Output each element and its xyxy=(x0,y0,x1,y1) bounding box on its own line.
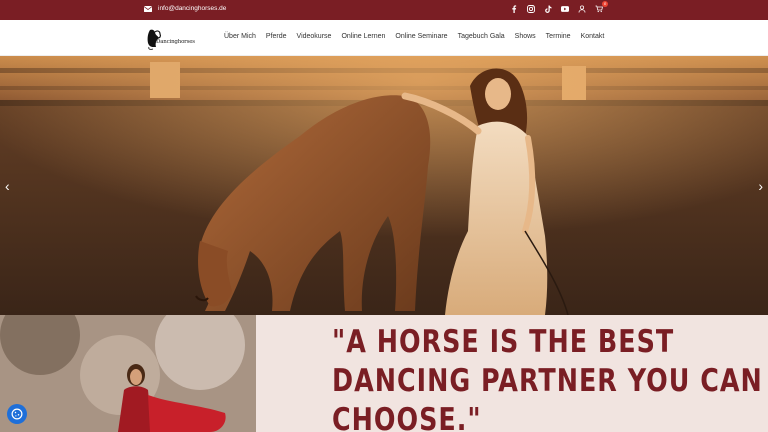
youtube-icon[interactable] xyxy=(561,4,569,14)
cookie-icon xyxy=(11,408,23,420)
main-nav: Über Mich Pferde Videokurse Online Lerne… xyxy=(224,33,604,40)
quote-line-1: "A HORSE IS THE BEST xyxy=(332,324,675,360)
nav-item-online-lernen[interactable]: Online Lernen xyxy=(341,33,385,40)
slider-next-arrow[interactable]: › xyxy=(758,178,763,194)
nav-item-online-seminare[interactable]: Online Seminare xyxy=(395,33,447,40)
dancer-photo-graphic xyxy=(0,315,256,432)
quote-section: "A HORSE IS THE BEST DANCING PARTNER YOU… xyxy=(256,315,768,432)
nav-item-videokurse[interactable]: Videokurse xyxy=(297,33,332,40)
nav-item-shows[interactable]: Shows xyxy=(515,33,536,40)
email-link[interactable]: info@dancinghorses.de xyxy=(144,5,226,12)
horse-logo-icon xyxy=(147,29,161,50)
cart-count-badge: 0 xyxy=(602,1,608,7)
nav-item-ueber-mich[interactable]: Über Mich xyxy=(224,33,256,40)
nav-item-termine[interactable]: Termine xyxy=(546,33,571,40)
envelope-icon xyxy=(144,5,152,12)
hero-slider: ‹ › xyxy=(0,56,768,315)
site-header: Dancinghorses Über Mich Pferde Videokurs… xyxy=(0,20,768,56)
quote-text: "A HORSE IS THE BEST DANCING PARTNER YOU… xyxy=(332,323,763,432)
site-logo[interactable]: Dancinghorses xyxy=(144,26,198,50)
nav-item-pferde[interactable]: Pferde xyxy=(266,33,287,40)
nav-item-kontakt[interactable]: Kontakt xyxy=(581,33,605,40)
tiktok-icon[interactable] xyxy=(544,4,552,14)
quote-line-3: CHOOSE." xyxy=(332,402,482,432)
facebook-icon[interactable] xyxy=(510,4,518,14)
nav-item-tagebuch-gala[interactable]: Tagebuch Gala xyxy=(458,33,505,40)
email-text: info@dancinghorses.de xyxy=(158,5,227,12)
top-bar: info@dancinghorses.de 0 xyxy=(0,0,768,20)
hero-image xyxy=(0,56,768,315)
privacy-settings-button[interactable] xyxy=(7,404,27,424)
logo-text: Dancinghorses xyxy=(156,39,195,45)
quote-line-2: DANCING PARTNER YOU CAN xyxy=(332,363,763,399)
cart-icon[interactable]: 0 xyxy=(595,1,608,14)
instagram-icon[interactable] xyxy=(527,4,535,14)
slider-prev-arrow[interactable]: ‹ xyxy=(5,178,10,194)
dancer-photo xyxy=(0,315,256,432)
user-icon[interactable] xyxy=(578,4,586,14)
